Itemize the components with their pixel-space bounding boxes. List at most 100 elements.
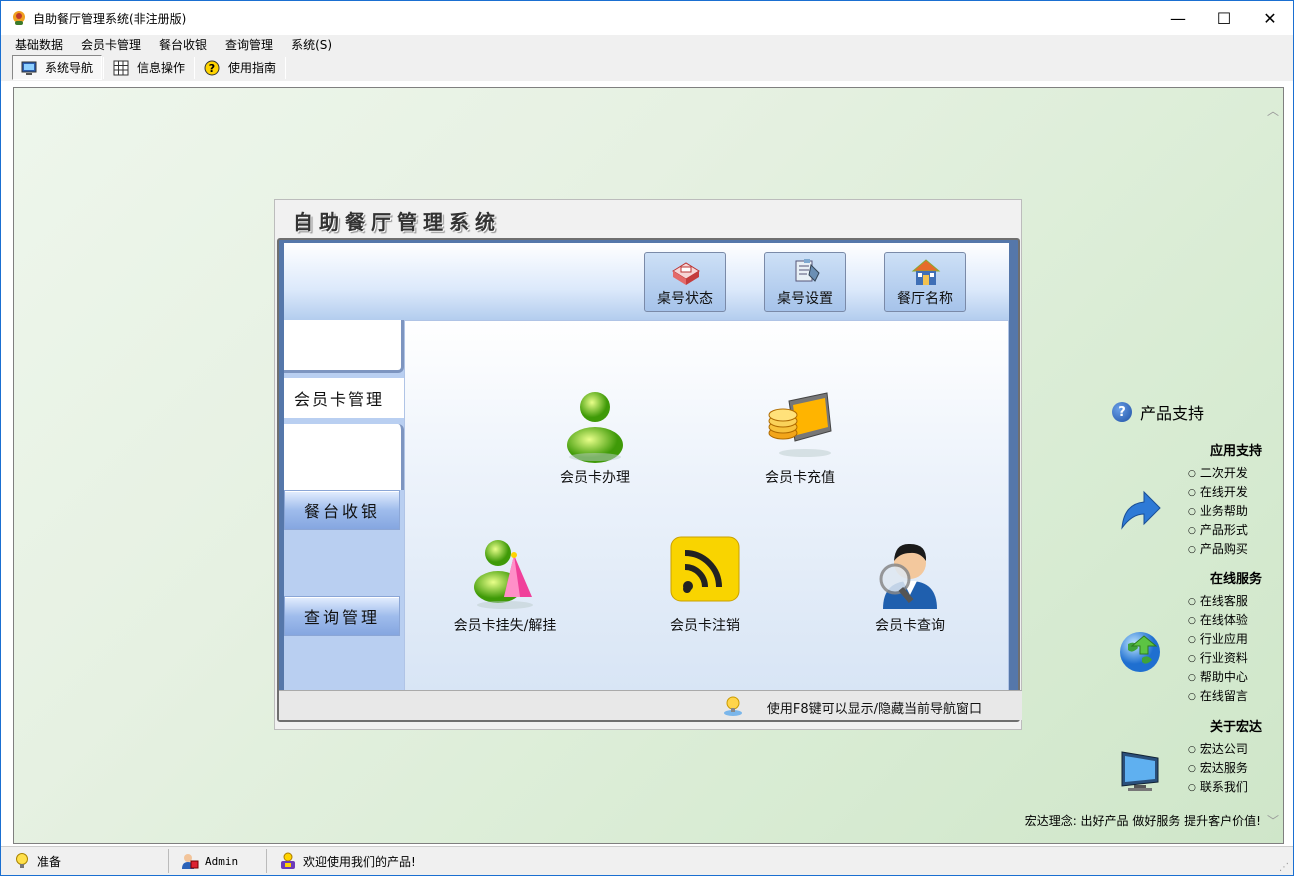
toolbar-user-guide-label: 使用指南 [228,61,277,75]
link-service[interactable]: 宏达服务 [1188,759,1248,778]
link-product-form[interactable]: 产品形式 [1188,521,1248,540]
member-card-loss-icon [470,535,540,611]
member-card-issue-icon [564,387,626,463]
sidebar-button-cashier[interactable]: 餐台收银 [284,490,400,530]
title-bar: 自助餐厅管理系统(非注册版) — ☐ ✕ [1,1,1293,35]
navigation-panel: 自助餐厅管理系统 桌号状态 桌号设置 餐厅名称 会员卡管理 餐台收银 查询管理 … [274,199,1022,730]
arrow-icon [1118,488,1162,539]
user-icon [181,852,199,870]
link-help-center[interactable]: 帮助中心 [1188,668,1248,687]
status-text: 准备 [37,854,62,869]
link-industry-docs[interactable]: 行业资料 [1188,649,1248,668]
hint-bar: 使用F8键可以显示/隐藏当前导航窗口 [279,690,1022,720]
member-card-loss-label: 会员卡挂失/解挂 [453,618,557,634]
section-online-service-head: 在线服务 [1209,572,1262,587]
link-industry-apps[interactable]: 行业应用 [1188,630,1248,649]
company-motto: 宏达理念: 出好产品 做好服务 提升客户价值! [1024,814,1261,828]
status-bar: 准备 Admin 欢迎使用我们的产品! ⋰ [1,846,1293,875]
sidebar-tab-member-card[interactable]: 会员卡管理 [284,378,409,418]
panel-sidebar: 会员卡管理 餐台收银 查询管理 [284,320,409,692]
menu-query[interactable]: 查询管理 [216,36,282,53]
link-online-support[interactable]: 在线客服 [1188,592,1248,611]
table-status-label: 桌号状态 [657,291,713,307]
scroll-up-icon[interactable]: ︿ [1267,102,1279,119]
help-circle-icon: ? [1112,402,1132,422]
section-online-service-list: 在线客服 在线体验 行业应用 行业资料 帮助中心 在线留言 [1188,592,1248,706]
restaurant-name-icon [907,257,945,287]
menu-basic-data[interactable]: 基础数据 [1,36,72,53]
welcome-icon [279,852,297,870]
member-card-loss-button[interactable]: 会员卡挂失/解挂 [435,535,575,635]
member-card-cancel-icon [667,535,743,611]
window-title: 自助餐厅管理系统(非注册版) [33,11,187,26]
menu-member-card[interactable]: 会员卡管理 [72,36,150,53]
link-online-trial[interactable]: 在线体验 [1188,611,1248,630]
lightbulb-icon [722,695,744,717]
help-icon: ? [204,60,220,76]
section-about-head: 关于宏达 [1209,720,1262,735]
table-settings-icon [787,257,825,287]
monitor-icon [21,60,37,76]
section-app-support-head: 应用支持 [1209,444,1262,459]
maximize-button[interactable]: ☐ [1201,1,1247,35]
sidebar-blank-area [284,424,404,490]
resize-grip-icon[interactable]: ⋰ [1279,862,1289,873]
toolbar-user-guide[interactable]: ? 使用指南 [196,55,284,80]
link-business-help[interactable]: 业务帮助 [1188,502,1248,521]
panel-body: 桌号状态 桌号设置 餐厅名称 会员卡管理 餐台收银 查询管理 会员卡办理 会员卡… [277,238,1022,722]
computer-icon [1118,748,1162,797]
member-card-query-button[interactable]: 会员卡查询 [860,535,960,635]
table-settings-button[interactable]: 桌号设置 [764,252,846,312]
link-online-dev[interactable]: 在线开发 [1188,483,1248,502]
status-welcome: 欢迎使用我们的产品! [267,849,416,873]
minimize-button[interactable]: — [1155,1,1201,35]
member-card-query-icon [873,535,947,611]
top-button-band: 桌号状态 桌号设置 餐厅名称 [284,243,1009,320]
toolbar: 系统导航 信息操作 ? 使用指南 [1,54,1293,81]
app-logo-icon [11,10,27,26]
section-app-support-list: 二次开发 在线开发 业务帮助 产品形式 产品购买 [1188,464,1248,559]
status-ready: 准备 [1,849,169,873]
window-controls: — ☐ ✕ [1155,1,1293,35]
toolbar-separator [103,56,105,79]
support-title-text: 产品支持 [1140,404,1205,423]
client-area: ︿ ﹀ 自助餐厅管理系统 桌号状态 桌号设置 餐厅名称 会员卡管理 餐台收银 查… [13,87,1284,844]
table-status-button[interactable]: 桌号状态 [644,252,726,312]
member-card-recharge-icon [765,387,835,463]
toolbar-system-nav[interactable]: 系统导航 [12,55,103,80]
link-secondary-dev[interactable]: 二次开发 [1188,464,1248,483]
panel-title: 自助餐厅管理系统 [293,210,501,234]
link-product-purchase[interactable]: 产品购买 [1188,540,1248,559]
support-title: ? 产品支持 [1112,400,1204,424]
globe-icon [1118,630,1162,677]
menu-cashier[interactable]: 餐台收银 [150,36,216,53]
status-user: Admin [169,849,267,873]
restaurant-name-button[interactable]: 餐厅名称 [884,252,966,312]
hint-text: 使用F8键可以显示/隐藏当前导航窗口 [766,702,982,717]
sidebar-button-query[interactable]: 查询管理 [284,596,400,636]
grid-icon [113,60,129,76]
member-card-recharge-label: 会员卡充值 [765,470,835,486]
member-card-issue-label: 会员卡办理 [560,470,630,486]
link-company[interactable]: 宏达公司 [1188,740,1248,759]
member-card-cancel-button[interactable]: 会员卡注销 [655,535,755,635]
menu-bar: 基础数据 会员卡管理 餐台收银 查询管理 系统(S) [1,35,1293,54]
app-window: 自助餐厅管理系统(非注册版) — ☐ ✕ 基础数据 会员卡管理 餐台收银 查询管… [0,0,1294,876]
section-about-list: 宏达公司 宏达服务 联系我们 [1188,740,1248,797]
member-card-query-label: 会员卡查询 [875,618,945,634]
toolbar-info-ops[interactable]: 信息操作 [105,55,193,80]
table-status-icon [667,257,705,287]
toolbar-separator [285,56,287,79]
close-button[interactable]: ✕ [1247,1,1293,35]
link-online-message[interactable]: 在线留言 [1188,687,1248,706]
scroll-down-icon[interactable]: ﹀ [1267,812,1279,829]
member-card-issue-button[interactable]: 会员卡办理 [550,387,640,487]
function-area: 会员卡办理 会员卡充值 会员卡挂失/解挂 会员卡注销 会员卡查询 [404,320,1009,692]
menu-system[interactable]: 系统(S) [282,36,341,53]
member-card-recharge-button[interactable]: 会员卡充值 [755,387,845,487]
table-settings-label: 桌号设置 [777,291,833,307]
lightbulb-icon [13,852,31,870]
link-contact[interactable]: 联系我们 [1188,778,1248,797]
welcome-text: 欢迎使用我们的产品! [303,854,416,869]
member-card-cancel-label: 会员卡注销 [670,618,740,634]
